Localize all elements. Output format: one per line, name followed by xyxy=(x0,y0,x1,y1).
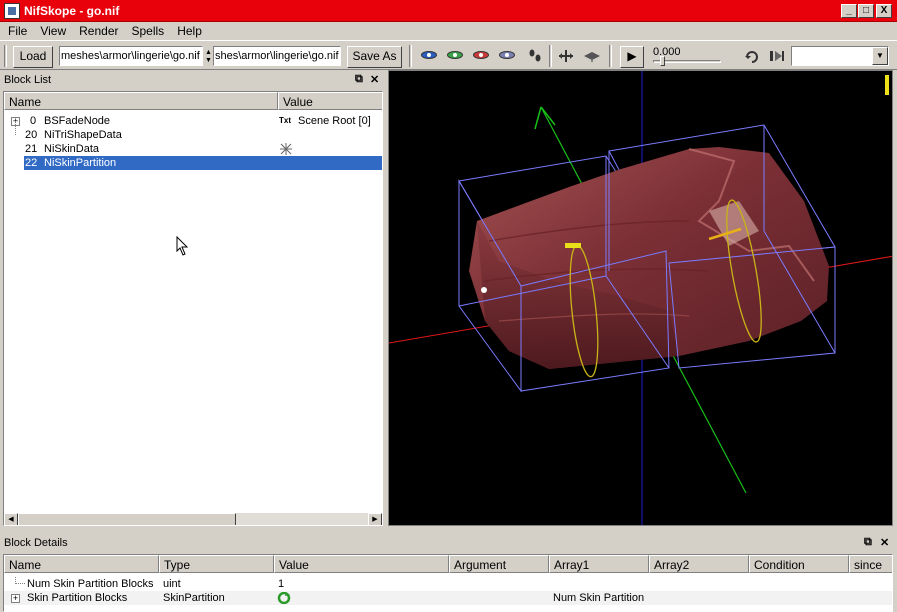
play-button[interactable]: ▶ xyxy=(620,46,644,68)
tree-row[interactable]: + 0 BSFadeNode Txt Scene Root [0] xyxy=(4,114,382,128)
block-index: 0 xyxy=(30,115,37,127)
scroll-left-icon[interactable]: ◀ xyxy=(4,513,18,525)
block-list-tree[interactable]: Name Value + 0 BSFadeNode Txt Scene Root… xyxy=(3,91,383,526)
block-list-title: Block List xyxy=(4,74,52,86)
path-spinner-icon[interactable]: ▲ ▼ xyxy=(205,49,212,65)
expand-icon[interactable]: + xyxy=(11,594,20,603)
float-panel-icon[interactable]: ⧉ xyxy=(864,536,872,549)
title-bar: NifSkope - go.nif _ □ X xyxy=(0,0,897,22)
field-name: Skin Partition Blocks xyxy=(27,592,128,604)
save-as-button[interactable]: Save As xyxy=(347,46,402,68)
column-header-array2[interactable]: Array2 xyxy=(649,555,749,573)
block-details-header: Block Details ⧉ ✕ xyxy=(0,533,897,553)
view-front-eye-icon[interactable] xyxy=(447,51,463,59)
load-path-input[interactable]: meshes\armor\lingerie\go.nif xyxy=(59,46,203,66)
ground-plane-icon[interactable] xyxy=(583,49,601,63)
toolbar-grip[interactable] xyxy=(4,45,7,67)
time-value: 0.000 xyxy=(653,46,681,58)
skin-data-icon xyxy=(280,143,292,155)
text-type-icon: Txt xyxy=(279,116,291,125)
load-button[interactable]: Load xyxy=(13,46,53,68)
bone-marker xyxy=(565,243,581,248)
view-top-eye-icon[interactable] xyxy=(421,51,437,59)
origin-dot xyxy=(481,287,487,293)
save-path-input[interactable]: shes\armor\lingerie\go.nif xyxy=(213,46,341,66)
view-user-eye-icon[interactable] xyxy=(499,51,515,59)
app-icon xyxy=(4,3,20,19)
toolbar-grip[interactable] xyxy=(409,45,412,67)
menu-view[interactable]: View xyxy=(32,22,71,38)
block-name: NiSkinData xyxy=(44,143,100,155)
toolbar-grip[interactable] xyxy=(609,45,612,67)
field-type: uint xyxy=(163,578,181,590)
window-title: NifSkope - go.nif xyxy=(24,4,120,18)
block-details-title: Block Details xyxy=(4,537,68,549)
block-name: NiSkinPartition xyxy=(44,157,117,169)
animation-select[interactable]: ▼ xyxy=(791,46,889,66)
maximize-button[interactable]: □ xyxy=(858,4,874,18)
column-header-argument[interactable]: Argument xyxy=(449,555,549,573)
menu-help[interactable]: Help xyxy=(169,22,207,38)
close-button[interactable]: X xyxy=(876,4,892,18)
column-header-since[interactable]: since xyxy=(849,555,892,573)
block-name: NiTriShapeData xyxy=(44,129,122,141)
axes-icon[interactable] xyxy=(557,49,575,63)
scene-render[interactable] xyxy=(389,71,893,526)
chevron-down-icon[interactable]: ▼ xyxy=(872,47,888,65)
scroll-thumb[interactable] xyxy=(18,513,236,525)
fps-indicator xyxy=(885,75,889,95)
table-row[interactable]: Num Skin Partition Blocks uint 1 xyxy=(4,577,892,591)
menu-bar: File View Render Spells Help xyxy=(0,22,897,40)
menu-spells[interactable]: Spells xyxy=(124,22,170,38)
column-header-value[interactable]: Value xyxy=(274,555,449,573)
field-array1: Num Skin Partition xyxy=(553,592,645,604)
column-header-type[interactable]: Type xyxy=(159,555,274,573)
block-index: 21 xyxy=(25,143,38,155)
column-header-array1[interactable]: Array1 xyxy=(549,555,649,573)
menu-file[interactable]: File xyxy=(0,22,32,38)
block-index: 20 xyxy=(25,129,38,141)
field-name: Num Skin Partition Blocks xyxy=(27,578,154,590)
block-value: Scene Root [0] xyxy=(298,115,371,127)
horizontal-scrollbar[interactable]: ◀ ▶ xyxy=(4,512,382,525)
column-header-name[interactable]: Name xyxy=(4,92,278,110)
render-viewport[interactable] xyxy=(388,70,893,526)
column-header-value[interactable]: Value xyxy=(278,92,382,110)
tree-row[interactable]: 20 NiTriShapeData xyxy=(4,121,382,142)
switch-animation-icon[interactable] xyxy=(768,49,786,63)
close-panel-icon[interactable]: ✕ xyxy=(880,536,889,549)
block-index: 22 xyxy=(25,157,38,169)
float-panel-icon[interactable]: ⧉ xyxy=(355,73,363,86)
time-slider[interactable] xyxy=(653,56,721,66)
axis-arrow-icon xyxy=(534,106,556,130)
tree-row[interactable]: 21 NiSkinData xyxy=(4,142,382,156)
walk-mode-icon[interactable] xyxy=(526,49,544,63)
toolbar: Load meshes\armor\lingerie\go.nif ▲ ▼ she… xyxy=(0,40,897,70)
tree-row[interactable]: 22 NiSkinPartition xyxy=(24,156,382,170)
column-header-condition[interactable]: Condition xyxy=(749,555,849,573)
scroll-right-icon[interactable]: ▶ xyxy=(368,513,382,525)
mouse-cursor-icon xyxy=(176,236,189,256)
view-side-eye-icon[interactable] xyxy=(473,51,489,59)
close-panel-icon[interactable]: ✕ xyxy=(370,73,379,86)
column-header-name[interactable]: Name xyxy=(4,555,159,573)
menu-render[interactable]: Render xyxy=(71,22,123,38)
field-value[interactable]: 1 xyxy=(278,577,284,591)
table-row[interactable]: + Skin Partition Blocks SkinPartition Nu… xyxy=(4,591,892,605)
field-type: SkinPartition xyxy=(163,592,225,604)
recycle-icon[interactable] xyxy=(277,592,291,604)
time-slider-handle[interactable] xyxy=(660,56,665,66)
block-name: BSFadeNode xyxy=(44,115,111,127)
toolbar-grip[interactable] xyxy=(549,45,552,67)
loop-icon[interactable] xyxy=(743,48,761,66)
block-list-header: Block List ⧉ ✕ xyxy=(0,70,386,90)
block-details-table[interactable]: Name Type Value Argument Array1 Array2 C… xyxy=(3,554,893,612)
minimize-button[interactable]: _ xyxy=(841,4,857,18)
